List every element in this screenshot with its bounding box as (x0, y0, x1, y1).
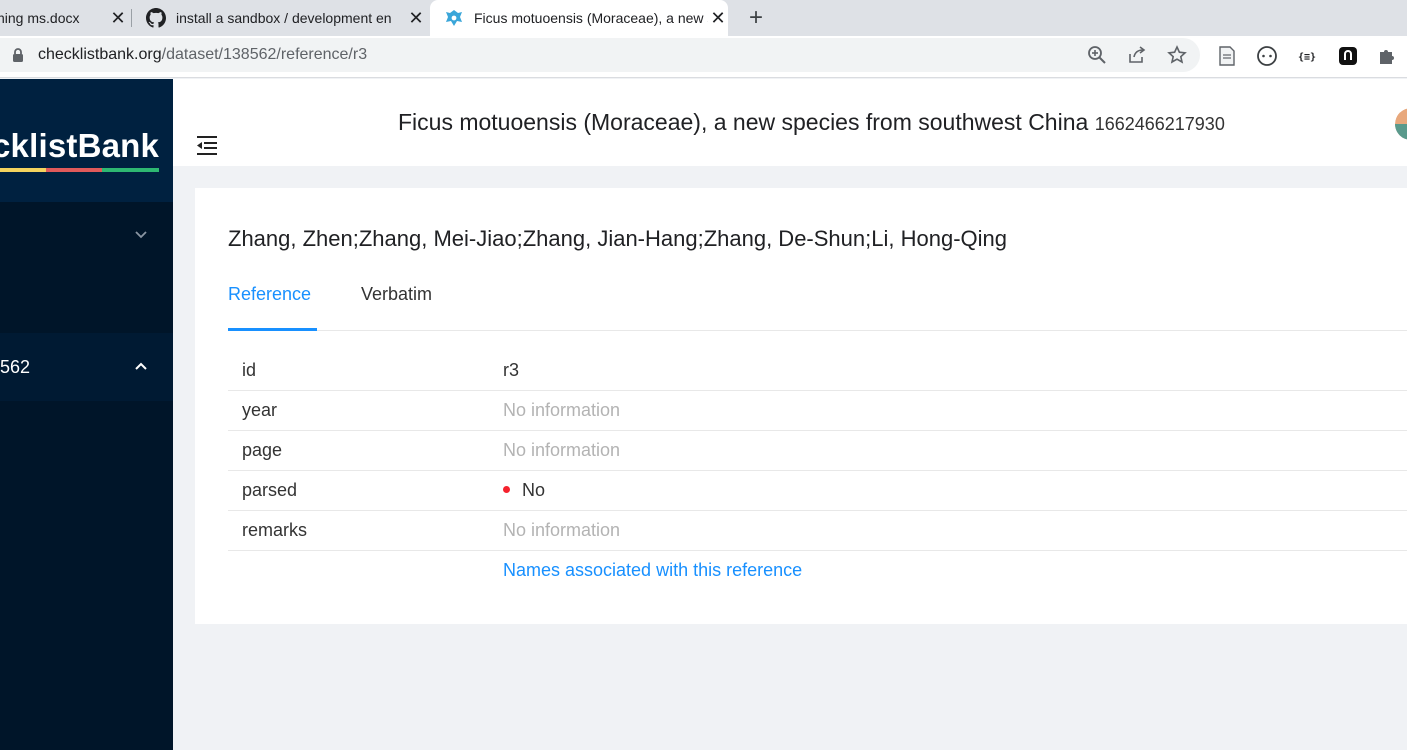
circle-extension-icon[interactable] (1256, 45, 1278, 67)
browser-tab-title: shing ms.docx (0, 10, 80, 26)
reference-authors: Zhang, Zhen;Zhang, Mei-Jiao;Zhang, Jian-… (228, 226, 1007, 251)
reference-card: Zhang, Zhen;Zhang, Mei-Jiao;Zhang, Jian-… (195, 188, 1407, 624)
logo-stripe-green (102, 168, 159, 172)
browser-address-bar: checklistbank.org/dataset/138562/referen… (0, 36, 1407, 78)
svg-text:{≡}: {≡} (1298, 52, 1316, 63)
url-text[interactable]: checklistbank.org/dataset/138562/referen… (38, 46, 367, 64)
browser-tab-title: install a sandbox / development en (176, 10, 392, 26)
tab-separator (131, 9, 132, 27)
field-key: year (242, 400, 278, 420)
chevron-up-icon (135, 362, 147, 370)
field-row-page: page No information (228, 431, 1407, 471)
page-title: Ficus motuoensis (Moraceae), a new speci… (398, 109, 1225, 136)
browser-tab-github[interactable]: install a sandbox / development en ✕ (136, 0, 426, 36)
field-value: No (522, 480, 546, 500)
logo-stripe-yellow (0, 168, 46, 172)
avatar[interactable] (1395, 108, 1407, 140)
sidebar-item-dataset[interactable]: 562 (0, 333, 173, 401)
menu-fold-icon[interactable] (195, 133, 219, 157)
field-value-status: No (503, 480, 545, 501)
close-icon[interactable]: ✕ (108, 8, 128, 28)
browser-tab-title: Ficus motuoensis (Moraceae), a new speci… (474, 10, 708, 26)
avatar-icon (1395, 108, 1407, 140)
close-icon[interactable]: ✕ (406, 8, 426, 28)
logo-stripe-red (46, 168, 102, 172)
zoom-icon[interactable] (1087, 45, 1107, 65)
sidebar-item-collapsed[interactable] (0, 205, 173, 263)
json-extension-icon[interactable]: {≡} (1296, 45, 1318, 67)
close-icon[interactable]: ✕ (708, 8, 728, 28)
field-value: r3 (503, 360, 520, 380)
logo-text: cklistBank (0, 127, 160, 164)
page-title-timestamp: 1662466217930 (1094, 114, 1225, 134)
field-row-id: id r3 (228, 351, 1407, 391)
field-key: page (242, 440, 283, 460)
sidebar-logo[interactable]: cklistBank (0, 79, 173, 202)
bookmark-star-icon[interactable] (1167, 45, 1187, 65)
sidebar-item-label: 562 (0, 356, 31, 377)
checklistbank-favicon-icon (446, 10, 462, 26)
field-value: No information (503, 440, 621, 460)
field-key: id (242, 360, 257, 380)
document-extension-icon[interactable] (1216, 45, 1238, 67)
active-tab-indicator (228, 328, 317, 331)
new-tab-plus-icon[interactable]: + (744, 0, 768, 36)
field-value: No information (503, 400, 621, 420)
tab-reference[interactable]: Reference (228, 284, 311, 330)
page-title-text: Ficus motuoensis (Moraceae), a new speci… (398, 109, 1089, 135)
chevron-down-icon (135, 231, 147, 239)
url-path: /dataset/138562/reference/r3 (161, 46, 368, 63)
github-icon (146, 8, 166, 28)
black-extension-icon[interactable] (1337, 45, 1359, 67)
browser-tab-strip: shing ms.docx ✕ install a sandbox / deve… (0, 0, 1407, 36)
status-dot-icon (503, 485, 510, 493)
tab-verbatim[interactable]: Verbatim (361, 284, 432, 330)
url-host: checklistbank.org (38, 46, 162, 63)
sidebar: cklistBank 562 (0, 79, 173, 750)
page-header: Ficus motuoensis (Moraceae), a new speci… (173, 79, 1407, 166)
lock-icon[interactable] (10, 47, 26, 63)
field-key: parsed (242, 480, 298, 500)
puzzle-extensions-icon[interactable] (1376, 45, 1398, 67)
omnibox[interactable]: checklistbank.org/dataset/138562/referen… (0, 38, 1200, 72)
field-key: remarks (242, 520, 308, 540)
field-row-year: year No information (228, 391, 1407, 431)
browser-tab-docx[interactable]: shing ms.docx ✕ (0, 0, 128, 36)
reference-tabs: Reference Verbatim (228, 284, 1407, 331)
field-value: No information (503, 520, 621, 540)
reference-fields: id r3 year No information page No inform… (228, 351, 1407, 551)
field-row-remarks: remarks No information (228, 511, 1407, 551)
browser-tab-active[interactable]: Ficus motuoensis (Moraceae), a new speci… (430, 0, 728, 36)
field-row-parsed: parsed No (228, 471, 1407, 511)
names-associated-link[interactable]: Names associated with this reference (503, 560, 802, 581)
share-icon[interactable] (1127, 45, 1147, 65)
